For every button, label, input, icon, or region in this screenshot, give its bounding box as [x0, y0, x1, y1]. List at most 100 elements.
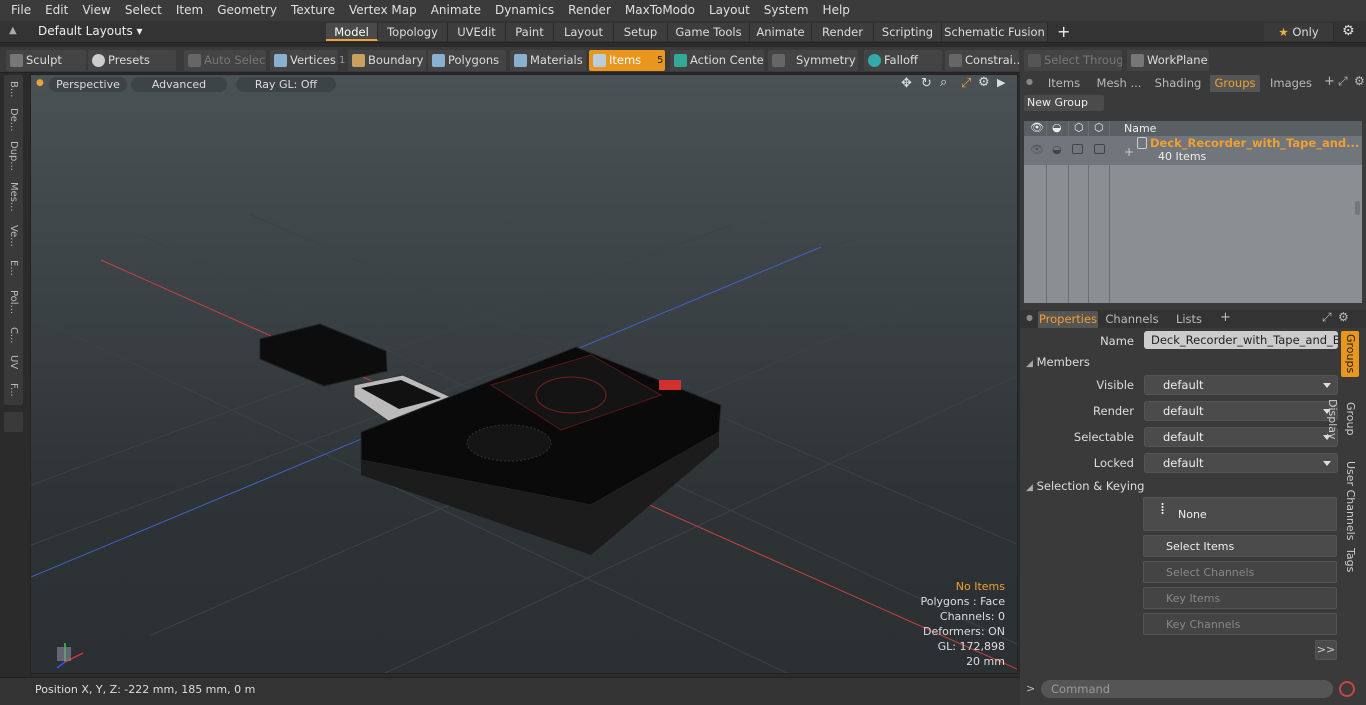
- menu-select[interactable]: Select: [118, 0, 169, 21]
- select-column-icon[interactable]: ⬡: [1074, 121, 1084, 134]
- raygl-button[interactable]: Ray GL: Off: [236, 77, 336, 92]
- command-input[interactable]: Command: [1041, 680, 1333, 698]
- render-column-icon[interactable]: ◒: [1052, 121, 1062, 134]
- select-items-button[interactable]: Select Items: [1143, 535, 1337, 557]
- panel-settings-icon[interactable]: ⚙: [1354, 74, 1365, 88]
- tab-schematic-fusion[interactable]: Schematic Fusion: [942, 23, 1048, 41]
- only-toggle[interactable]: ★ Only: [1264, 23, 1334, 41]
- tab-uvedit[interactable]: UVEdit: [448, 23, 506, 41]
- tab-layout[interactable]: Layout: [554, 23, 614, 41]
- falloff-button[interactable]: Falloff: [864, 50, 942, 71]
- tab-mesh[interactable]: Mesh ...: [1092, 75, 1146, 92]
- menu-edit[interactable]: Edit: [38, 0, 75, 21]
- symmetry-button[interactable]: Symmetry: [768, 50, 858, 71]
- new-group-button[interactable]: New Group: [1024, 95, 1104, 111]
- vertices-button[interactable]: Vertices: [270, 50, 338, 71]
- left-tab-fusion[interactable]: F...: [4, 377, 23, 403]
- menu-maxtomodo[interactable]: MaxToModo: [618, 0, 702, 21]
- group-select-checkbox[interactable]: [1072, 144, 1083, 154]
- tab-setup[interactable]: Setup: [614, 23, 668, 41]
- panel-expand-icon[interactable]: ⤢: [1338, 74, 1348, 89]
- select-through-button[interactable]: Select Through: [1024, 50, 1122, 71]
- side-tab-groups[interactable]: Groups: [1341, 331, 1359, 377]
- visible-dropdown[interactable]: default: [1144, 375, 1338, 395]
- left-tab-basic[interactable]: B...: [4, 77, 23, 101]
- none-button[interactable]: ⁞ None: [1143, 497, 1337, 531]
- menu-layout[interactable]: Layout: [702, 0, 757, 21]
- auto-select-button[interactable]: Auto Select: [184, 50, 266, 71]
- key-channels-button[interactable]: Key Channels: [1143, 613, 1337, 635]
- settings-gear-icon[interactable]: ⚙: [1342, 23, 1355, 39]
- group-lock-checkbox[interactable]: [1094, 144, 1105, 154]
- menu-geometry[interactable]: Geometry: [210, 0, 284, 21]
- group-render-icon[interactable]: ◒: [1052, 143, 1062, 156]
- left-tab-deform[interactable]: De...: [4, 105, 23, 135]
- rotate-view-icon[interactable]: ↻: [921, 76, 932, 91]
- left-tab-mesh-edit[interactable]: Mes...: [4, 177, 23, 217]
- left-tab-uv[interactable]: UV: [4, 351, 23, 373]
- members-section[interactable]: ◢ Members: [1026, 354, 1336, 370]
- side-tab-group-display[interactable]: Group Display: [1326, 381, 1359, 457]
- add-tab-icon[interactable]: +: [1057, 22, 1070, 41]
- perspective-button[interactable]: Perspective: [49, 77, 127, 92]
- presets-button[interactable]: Presets: [88, 50, 176, 71]
- menu-help[interactable]: Help: [816, 0, 857, 21]
- add-panel-tab-icon[interactable]: +: [1324, 74, 1335, 89]
- render-dropdown[interactable]: default: [1144, 401, 1338, 421]
- tab-shading[interactable]: Shading: [1150, 75, 1206, 92]
- constraints-button[interactable]: Constrai...: [945, 50, 1019, 71]
- selectable-dropdown[interactable]: default: [1144, 427, 1338, 447]
- left-tab-polygon[interactable]: Pol...: [4, 285, 23, 319]
- add-property-tab-icon[interactable]: +: [1220, 310, 1231, 325]
- tab-paint[interactable]: Paint: [506, 23, 554, 41]
- locked-dropdown[interactable]: default: [1144, 453, 1338, 473]
- move-view-icon[interactable]: ✥: [901, 76, 912, 91]
- workplane-button[interactable]: WorkPlane: [1127, 50, 1209, 71]
- viewport-expand-icon[interactable]: ▶: [997, 76, 1005, 89]
- 3d-viewport[interactable]: ● Perspective Advanced Ray GL: Off ✥ ↻ ⌕…: [30, 74, 1018, 674]
- properties-expand-icon[interactable]: ⤢: [1322, 310, 1332, 325]
- select-channels-button[interactable]: Select Channels: [1143, 561, 1337, 583]
- sculpt-button[interactable]: Sculpt: [6, 50, 86, 71]
- groups-scrollbar[interactable]: [1355, 201, 1360, 215]
- menu-system[interactable]: System: [757, 0, 816, 21]
- tab-animate[interactable]: Animate: [750, 23, 812, 41]
- more-button[interactable]: >>: [1315, 640, 1337, 660]
- advanced-button[interactable]: Advanced: [131, 77, 227, 92]
- group-name[interactable]: Deck_Recorder_with_Tape_and...: [1150, 136, 1359, 150]
- group-expand-icon[interactable]: +: [1124, 145, 1134, 159]
- key-items-button[interactable]: Key Items: [1143, 587, 1337, 609]
- name-column-header[interactable]: Name: [1124, 122, 1156, 135]
- tab-model[interactable]: Model: [326, 23, 378, 41]
- tab-properties[interactable]: Properties: [1038, 311, 1098, 328]
- side-tab-tags[interactable]: Tags: [1341, 545, 1359, 575]
- tab-groups[interactable]: Groups: [1210, 75, 1260, 92]
- layout-collapse-icon[interactable]: ▲: [9, 25, 17, 36]
- properties-settings-icon[interactable]: ⚙: [1338, 310, 1349, 324]
- group-visible-icon[interactable]: 👁: [1030, 143, 1044, 156]
- menu-animate[interactable]: Animate: [424, 0, 488, 21]
- items-button[interactable]: Items: [589, 50, 665, 71]
- side-tab-user-channels[interactable]: User Channels: [1341, 461, 1359, 541]
- tab-game-tools[interactable]: Game Tools: [668, 23, 750, 41]
- group-row[interactable]: 👁 ◒ + Deck_Recorder_with_Tape_and... 40 …: [1024, 136, 1362, 165]
- tab-render[interactable]: Render: [812, 23, 874, 41]
- tab-scripting[interactable]: Scripting: [874, 23, 942, 41]
- left-tab-curve[interactable]: C...: [4, 323, 23, 347]
- visibility-column-icon[interactable]: 👁: [1030, 121, 1044, 134]
- menu-render[interactable]: Render: [561, 0, 618, 21]
- left-tab-vertex[interactable]: Ve...: [4, 221, 23, 251]
- left-tab-extra[interactable]: [4, 412, 23, 432]
- record-macro-icon[interactable]: [1339, 681, 1355, 697]
- menu-vertex-map[interactable]: Vertex Map: [342, 0, 424, 21]
- materials-button[interactable]: Materials: [510, 50, 586, 71]
- menu-texture[interactable]: Texture: [284, 0, 342, 21]
- menu-view[interactable]: View: [75, 0, 117, 21]
- tab-topology[interactable]: Topology: [378, 23, 448, 41]
- menu-file[interactable]: File: [4, 0, 38, 21]
- selection-keying-section[interactable]: ◢ Selection & Keying: [1026, 478, 1336, 494]
- menu-dynamics[interactable]: Dynamics: [488, 0, 561, 21]
- tab-channels[interactable]: Channels: [1104, 311, 1160, 328]
- action-center-button[interactable]: Action Center: [670, 50, 764, 71]
- tab-lists[interactable]: Lists: [1164, 311, 1214, 328]
